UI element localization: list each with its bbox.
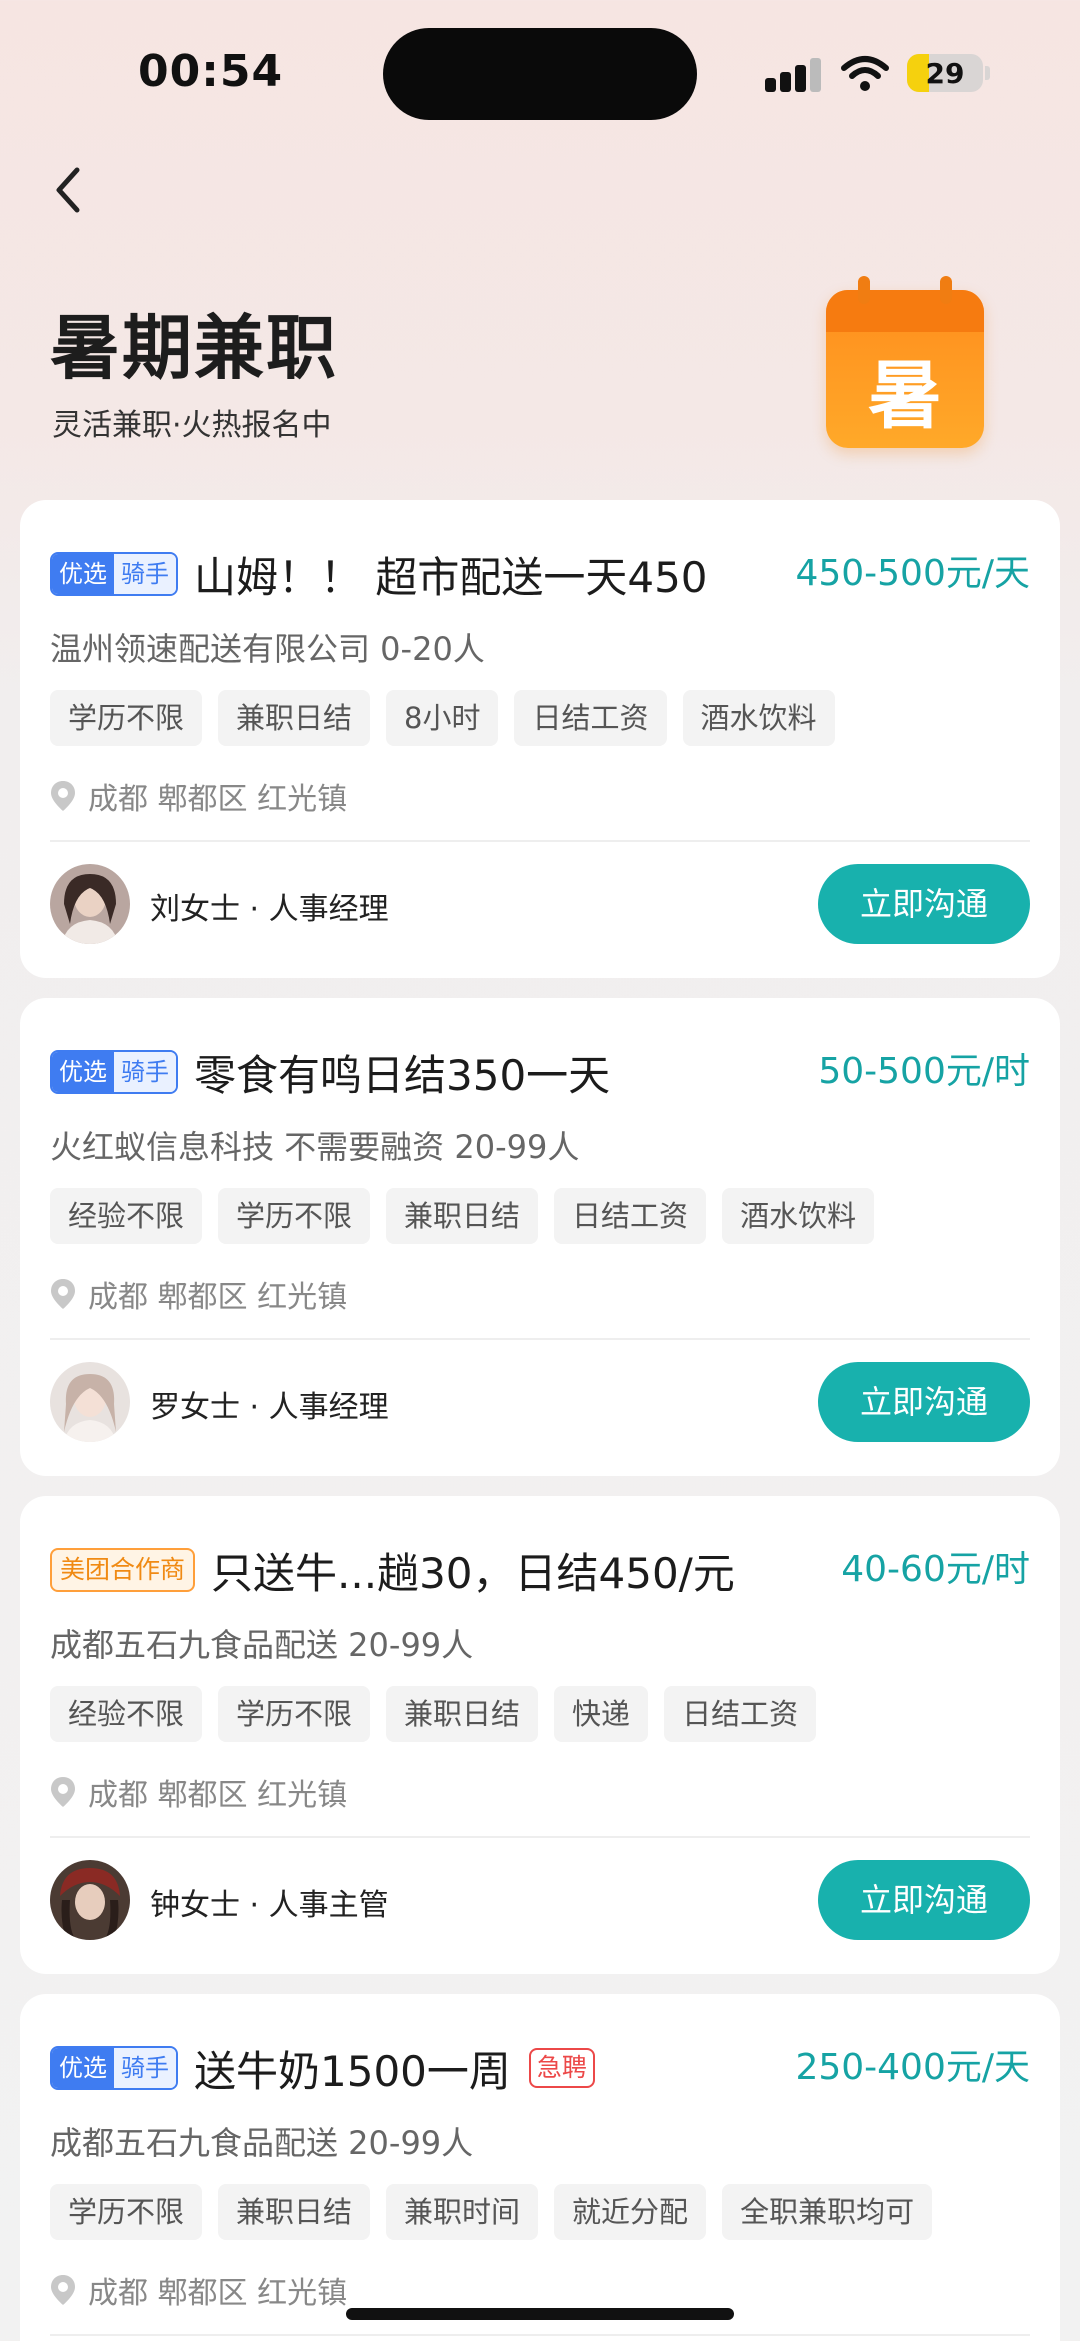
job-card[interactable]: 优选 骑手 山姆！！ 超市配送一天450 450-500元/天 温州领速配送有限… xyxy=(20,500,1060,978)
company-info: 火红蚁信息科技 不需要融资 20-99人 xyxy=(50,1128,580,1166)
job-card[interactable]: 优选 骑手 零食有鸣日结350一天 50-500元/时 火红蚁信息科技 不需要融… xyxy=(20,998,1060,1476)
avatar xyxy=(50,864,130,944)
preferred-rider-badge: 优选 骑手 xyxy=(50,552,178,596)
job-tag: 学历不限 xyxy=(218,1686,371,1742)
chevron-left-icon xyxy=(56,167,80,213)
back-button[interactable] xyxy=(40,160,96,220)
location-text: 成都 郫都区 红光镇 xyxy=(88,1778,348,1813)
job-tag: 日结工资 xyxy=(664,1686,817,1742)
location-pin-icon xyxy=(51,781,75,811)
battery-level-text: 29 xyxy=(925,57,965,90)
job-title: 只送牛...趟30，日结450/元 xyxy=(211,1548,735,1598)
badge-primary: 优选 xyxy=(52,1052,114,1092)
job-tag: 经验不限 xyxy=(50,1188,203,1244)
urgent-badge: 急聘 xyxy=(528,2048,595,2088)
home-indicator[interactable] xyxy=(346,2308,734,2320)
job-tag: 兼职日结 xyxy=(386,1686,539,1742)
job-tag: 学历不限 xyxy=(50,2184,203,2240)
job-tag: 酒水饮料 xyxy=(682,690,835,746)
company-info: 成都五石九食品配送 20-99人 xyxy=(50,1626,474,1664)
tag-list: 学历不限 兼职日结 8小时 日结工资 酒水饮料 xyxy=(50,690,835,746)
tag-list: 经验不限 学历不限 兼职日结 日结工资 酒水饮料 xyxy=(50,1188,875,1244)
status-bar: 00:54 29 xyxy=(0,0,1080,140)
company-info: 成都五石九食品配送 20-99人 xyxy=(50,2124,474,2162)
chat-now-button[interactable]: 立即沟通 xyxy=(818,864,1030,944)
badge-secondary: 骑手 xyxy=(114,1052,176,1092)
job-salary: 450-500元/天 xyxy=(795,553,1030,594)
job-tag: 兼职日结 xyxy=(218,2184,371,2240)
location-pin-icon xyxy=(51,1777,75,1807)
job-title: 山姆！！ 超市配送一天450 xyxy=(194,552,708,602)
recruiter-info: 钟女士 · 人事主管 xyxy=(150,1888,389,1923)
location-pin-icon xyxy=(51,1279,75,1309)
job-tag: 兼职日结 xyxy=(218,690,371,746)
tag-list: 经验不限 学历不限 兼职日结 快递 日结工资 xyxy=(50,1686,817,1742)
job-title: 零食有鸣日结350一天 xyxy=(194,1050,611,1100)
company-info: 温州领速配送有限公司 0-20人 xyxy=(50,630,485,668)
battery-icon: 29 xyxy=(907,54,983,92)
job-title: 送牛奶1500一周 xyxy=(194,2046,511,2096)
status-time: 00:54 xyxy=(138,46,284,97)
divider xyxy=(50,2334,1030,2336)
job-tag: 全职兼职均可 xyxy=(722,2184,933,2240)
job-location: 成都 郫都区 红光镇 xyxy=(50,774,347,818)
job-card[interactable]: 优选 骑手 送牛奶1500一周 急聘 250-400元/天 成都五石九食品配送 … xyxy=(20,1994,1060,2341)
preferred-rider-badge: 优选 骑手 xyxy=(50,1050,178,1094)
location-text: 成都 郫都区 红光镇 xyxy=(88,782,348,817)
job-tag: 学历不限 xyxy=(50,690,203,746)
location-text: 成都 郫都区 红光镇 xyxy=(88,1280,348,1315)
battery-cap xyxy=(985,66,990,80)
page-title: 暑期兼职 xyxy=(50,307,338,389)
job-salary: 250-400元/天 xyxy=(795,2047,1030,2088)
job-card[interactable]: 美团合作商 只送牛...趟30，日结450/元 40-60元/时 成都五石九食品… xyxy=(20,1496,1060,1974)
job-tag: 酒水饮料 xyxy=(722,1188,875,1244)
location-text: 成都 郫都区 红光镇 xyxy=(88,2276,348,2311)
badge-primary: 优选 xyxy=(52,554,114,594)
chat-now-button[interactable]: 立即沟通 xyxy=(818,1362,1030,1442)
page-subtitle: 灵活兼职·火热报名中 xyxy=(52,408,332,443)
job-tag: 兼职日结 xyxy=(386,1188,539,1244)
job-tag: 日结工资 xyxy=(554,1188,707,1244)
job-location: 成都 郫都区 红光镇 xyxy=(50,2268,347,2312)
badge-secondary: 骑手 xyxy=(114,554,176,594)
calendar-icon: 暑 xyxy=(826,276,984,448)
job-tag: 兼职时间 xyxy=(386,2184,539,2240)
job-location: 成都 郫都区 红光镇 xyxy=(50,1770,347,1814)
divider xyxy=(50,1338,1030,1340)
job-tag: 学历不限 xyxy=(218,1188,371,1244)
job-salary: 50-500元/时 xyxy=(818,1051,1030,1092)
wifi-icon xyxy=(840,54,890,94)
tag-list: 学历不限 兼职日结 兼职时间 就近分配 全职兼职均可 xyxy=(50,2184,933,2240)
avatar xyxy=(50,1860,130,1940)
location-pin-icon xyxy=(51,2275,75,2305)
job-tag: 日结工资 xyxy=(514,690,667,746)
job-tag: 快递 xyxy=(554,1686,649,1742)
preferred-rider-badge: 优选 骑手 xyxy=(50,2046,178,2090)
recruiter-info: 刘女士 · 人事经理 xyxy=(150,892,389,927)
chat-now-button[interactable]: 立即沟通 xyxy=(818,1860,1030,1940)
divider xyxy=(50,1836,1030,1838)
dynamic-island xyxy=(383,28,697,120)
banner-char: 暑 xyxy=(868,353,942,439)
avatar xyxy=(50,1362,130,1442)
recruiter-info: 罗女士 · 人事经理 xyxy=(150,1390,389,1425)
job-tag: 就近分配 xyxy=(554,2184,707,2240)
job-salary: 40-60元/时 xyxy=(841,1549,1030,1590)
partner-badge: 美团合作商 xyxy=(50,1548,196,1592)
cellular-signal-icon xyxy=(765,56,821,92)
divider xyxy=(50,840,1030,842)
job-location: 成都 郫都区 红光镇 xyxy=(50,1272,347,1316)
badge-secondary: 骑手 xyxy=(114,2048,176,2088)
job-tag: 8小时 xyxy=(386,690,499,746)
badge-primary: 优选 xyxy=(52,2048,114,2088)
job-tag: 经验不限 xyxy=(50,1686,203,1742)
